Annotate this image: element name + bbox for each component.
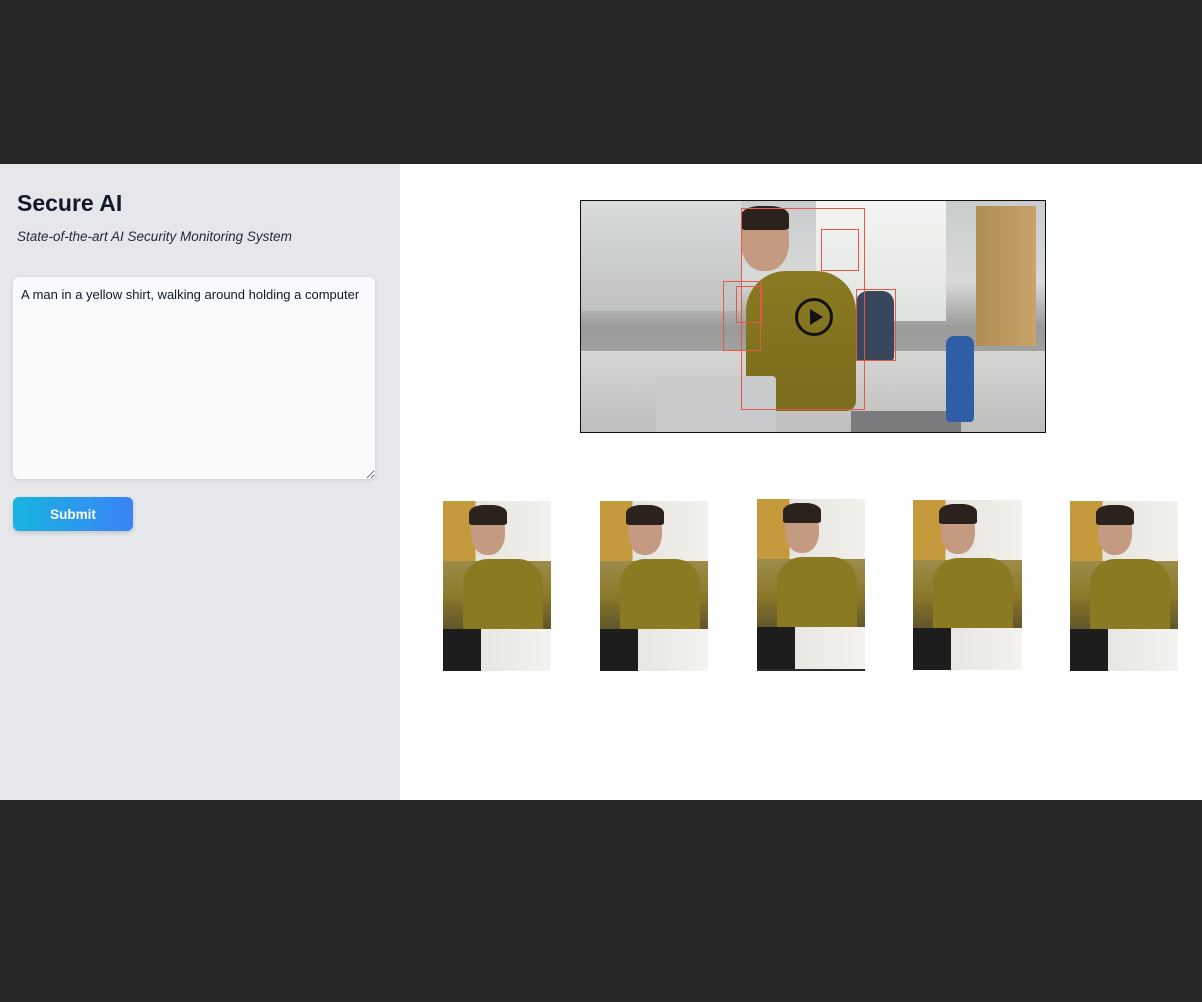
submit-button[interactable]: Submit <box>13 497 133 531</box>
search-query-textarea[interactable] <box>13 277 375 479</box>
play-icon[interactable] <box>795 298 833 336</box>
result-thumbnail[interactable] <box>913 500 1022 670</box>
sidebar: Secure AI State-of-the-art AI Security M… <box>0 164 400 800</box>
app-window: Secure AI State-of-the-art AI Security M… <box>0 164 1202 800</box>
video-scene-bottle <box>946 336 974 422</box>
result-thumbnail[interactable] <box>1070 501 1178 671</box>
detection-box-background-person <box>856 289 896 361</box>
video-scene-laptop-2 <box>851 411 961 432</box>
results-panel <box>400 164 1202 800</box>
result-thumbnail[interactable] <box>600 501 708 671</box>
result-thumbnail[interactable] <box>443 501 551 671</box>
detection-box-seated-person-left-2 <box>736 286 762 323</box>
detection-box-background-person-2 <box>821 229 859 271</box>
result-thumbnail[interactable] <box>757 499 865 671</box>
app-subtitle: State-of-the-art AI Security Monitoring … <box>17 229 292 244</box>
app-title: Secure AI <box>17 190 123 216</box>
video-player[interactable] <box>580 200 1046 433</box>
video-scene-window <box>581 201 741 311</box>
video-scene-door <box>976 206 1036 346</box>
